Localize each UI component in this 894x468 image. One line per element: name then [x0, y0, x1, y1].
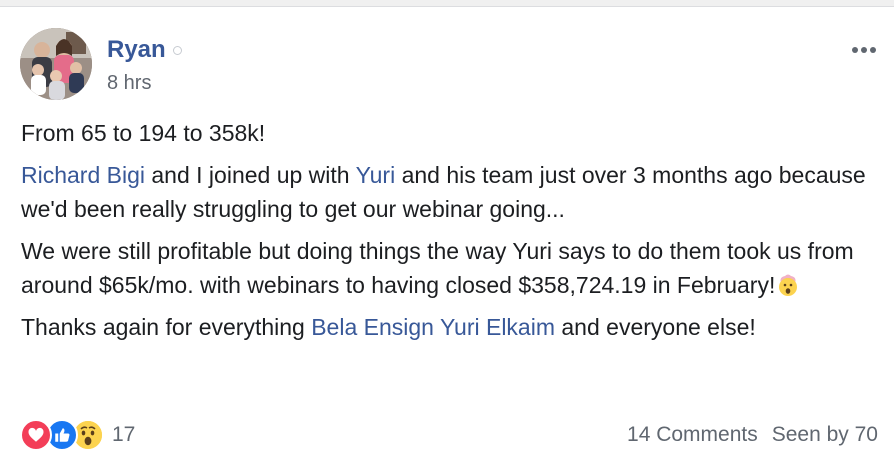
- post-headline: From 65 to 194 to 358k!: [21, 120, 266, 146]
- mention-link[interactable]: Yuri Elkaim: [440, 314, 555, 340]
- mention-link[interactable]: Richard Bigi: [21, 162, 145, 188]
- post-author-name[interactable]: Ryan: [107, 36, 166, 64]
- reactions-summary[interactable]: 17: [20, 418, 135, 452]
- comments-count-link[interactable]: 14 Comments: [627, 423, 758, 447]
- post-paragraph: We were still profitable but doing thing…: [21, 234, 881, 302]
- exploding-head-emoji: [779, 274, 798, 296]
- post-paragraph: Richard Bigi and I joined up with Yuri a…: [21, 158, 881, 226]
- post-timestamp[interactable]: 8 hrs: [107, 72, 151, 95]
- post-text: and everyone else!: [555, 314, 756, 340]
- post-stats: 14 Comments Seen by 70: [627, 418, 878, 452]
- mention-link[interactable]: Yuri: [356, 162, 396, 188]
- feed-post: Ryan 8 hrs From 65 to 194 to 358k! Richa…: [0, 6, 894, 468]
- reaction-count: 17: [112, 423, 136, 446]
- seen-by-link[interactable]: Seen by 70: [772, 423, 878, 447]
- active-status-icon: [173, 46, 182, 55]
- mention-link[interactable]: Bela Ensign: [311, 314, 434, 340]
- post-body: From 65 to 194 to 358k! Richard Bigi and…: [21, 116, 881, 352]
- post-text: and I joined up with: [145, 162, 356, 188]
- more-options-button[interactable]: [846, 42, 882, 58]
- ellipsis-icon: [852, 47, 858, 53]
- avatar[interactable]: [20, 28, 92, 100]
- family-photo-icon: [20, 28, 92, 100]
- ellipsis-icon-dot: [861, 47, 867, 53]
- post-paragraph: Thanks again for everything Bela Ensign …: [21, 310, 881, 344]
- ellipsis-icon-dot: [870, 47, 876, 53]
- post-text: Thanks again for everything: [21, 314, 312, 340]
- post-footer: 17 14 Comments Seen by 70: [20, 418, 878, 452]
- love-icon: [20, 419, 52, 451]
- post-text: We were still profitable but doing thing…: [21, 238, 854, 298]
